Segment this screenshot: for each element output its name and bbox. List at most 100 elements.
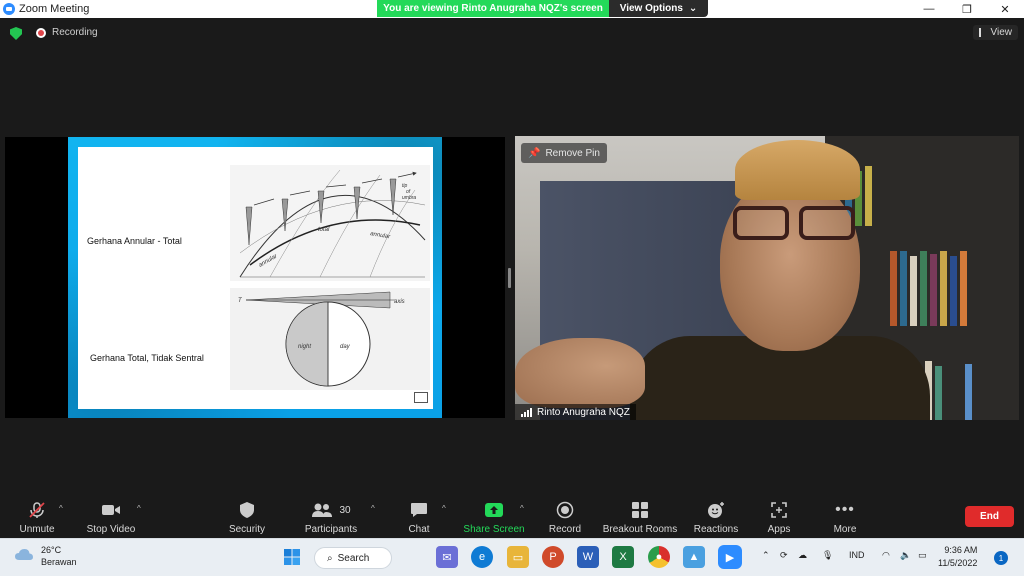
- edge-browser-icon[interactable]: e: [471, 546, 493, 568]
- fig1-annular-right-label: annular: [370, 231, 392, 241]
- signal-strength-icon: [521, 407, 532, 417]
- participants-options-caret[interactable]: ^: [371, 504, 375, 513]
- weather-condition: Berawan: [41, 557, 77, 567]
- taskbar-search-label: Search: [337, 552, 370, 564]
- close-button[interactable]: ✕: [986, 0, 1024, 18]
- reactions-button[interactable]: Reactions: [690, 492, 742, 538]
- stop-video-button[interactable]: Stop Video: [82, 492, 140, 538]
- taskbar-search[interactable]: ⌕ Search: [314, 547, 392, 569]
- zoom-logo-icon: [3, 3, 15, 15]
- tray-chevron-up-icon[interactable]: ⌃: [762, 550, 770, 561]
- chat-options-caret[interactable]: ^: [442, 504, 446, 513]
- more-button[interactable]: ••• More: [828, 492, 862, 538]
- stop-video-label: Stop Video: [86, 524, 136, 535]
- taskbar-clock[interactable]: 9:36 AM 11/5/2022: [938, 544, 977, 570]
- tray-volume-icon[interactable]: 🔈: [900, 550, 911, 561]
- tray-onedrive-icon[interactable]: ☁: [798, 550, 807, 561]
- excel-icon[interactable]: X: [612, 546, 634, 568]
- participants-icon: 30: [311, 501, 351, 519]
- window-title-bar: Zoom Meeting You are viewing Rinto Anugr…: [0, 0, 1024, 18]
- muted-microphone-icon: [28, 501, 46, 519]
- notification-badge[interactable]: 1: [994, 551, 1008, 565]
- remove-pin-label: Remove Pin: [545, 147, 600, 159]
- cloud-icon: [14, 547, 34, 566]
- view-button[interactable]: View: [972, 25, 1018, 40]
- input-language[interactable]: IND: [849, 550, 865, 560]
- share-screen-button[interactable]: Share Screen: [462, 492, 526, 538]
- chrome-icon[interactable]: ●: [648, 546, 670, 568]
- unmute-button[interactable]: Unmute: [14, 492, 60, 538]
- participant-name-tag: Rinto Anugraha NQZ: [515, 404, 636, 420]
- chat-bubble-icon: [410, 501, 428, 519]
- view-options-label: View Options: [619, 3, 683, 14]
- record-label: Record: [548, 524, 582, 535]
- share-options-caret[interactable]: ^: [520, 504, 524, 513]
- shield-icon: [239, 501, 255, 519]
- recording-indicator[interactable]: Recording: [36, 27, 98, 38]
- video-options-caret[interactable]: ^: [137, 504, 141, 513]
- participants-count: 30: [339, 504, 351, 516]
- minimize-button[interactable]: —: [910, 0, 948, 18]
- share-screen-label: Share Screen: [463, 524, 525, 535]
- viewing-screen-banner: You are viewing Rinto Anugraha NQZ's scr…: [377, 0, 609, 17]
- chat-button[interactable]: Chat: [402, 492, 436, 538]
- slide-label-annular-total: Gerhana Annular - Total: [87, 236, 182, 246]
- breakout-rooms-button[interactable]: Breakout Rooms: [600, 492, 680, 538]
- fig1-umbra-label: umbra: [402, 195, 416, 201]
- restore-button[interactable]: ❐: [948, 0, 986, 18]
- fig2-axis-label: axis: [394, 299, 405, 305]
- fig1-total-label: total: [318, 227, 330, 233]
- view-label: View: [990, 27, 1013, 38]
- person-glasses: [733, 206, 863, 240]
- slide-label-total-non-central: Gerhana Total, Tidak Sentral: [90, 353, 204, 363]
- search-icon: ⌕: [327, 552, 333, 564]
- participant-video[interactable]: 📌 Remove Pin Rinto Anugraha NQZ: [515, 136, 1019, 420]
- shared-screen[interactable]: Gerhana Annular - Total Gerhana Total, T…: [5, 137, 505, 418]
- meeting-status-row: Recording View: [0, 18, 1024, 48]
- chat-label: Chat: [408, 524, 430, 535]
- file-explorer-icon[interactable]: ▭: [507, 546, 529, 568]
- person-cap: [735, 140, 860, 200]
- participants-button[interactable]: 30 Participants: [302, 492, 360, 538]
- end-meeting-button[interactable]: End: [965, 506, 1014, 527]
- record-button[interactable]: Record: [545, 492, 585, 538]
- tray-microphone-icon[interactable]: 🎙: [822, 550, 833, 561]
- zoom-taskbar-icon[interactable]: ▶: [718, 545, 742, 569]
- fig2-t-label: T: [238, 298, 243, 304]
- breakout-rooms-label: Breakout Rooms: [602, 524, 678, 535]
- powerpoint-icon[interactable]: P: [542, 546, 564, 568]
- eclipse-path-figure: tip of umbra total annular annular: [230, 165, 430, 281]
- fig2-night-label: night: [298, 344, 311, 350]
- person-hand: [515, 338, 645, 408]
- windows-taskbar: 26°C Berawan ⌕ Search ✉ e ▭ P W X ● ▲ ▶ …: [0, 538, 1024, 576]
- view-options-button[interactable]: View Options ⌄: [609, 0, 708, 17]
- tray-wifi-icon[interactable]: ◠: [882, 550, 890, 561]
- split-view-divider-handle[interactable]: [508, 268, 511, 288]
- temperature: 26°C: [41, 545, 62, 555]
- apps-button[interactable]: Apps: [762, 492, 796, 538]
- security-button[interactable]: Security: [222, 492, 272, 538]
- smiley-plus-icon: [706, 501, 726, 519]
- fig2-day-label: day: [340, 344, 351, 350]
- record-dot-icon: [36, 27, 46, 38]
- word-icon[interactable]: W: [577, 546, 599, 568]
- slide-corner-box: [414, 392, 428, 403]
- record-icon: [556, 501, 574, 519]
- tray-battery-icon[interactable]: ▭: [918, 550, 927, 561]
- video-camera-icon: [101, 501, 121, 519]
- remove-pin-button[interactable]: 📌 Remove Pin: [521, 143, 607, 163]
- share-screen-icon: [484, 501, 504, 519]
- more-label: More: [833, 524, 857, 535]
- security-shield-icon[interactable]: [10, 27, 22, 40]
- audio-options-caret[interactable]: ^: [59, 504, 63, 513]
- chevron-down-icon: ⌄: [688, 3, 698, 14]
- window-title: Zoom Meeting: [19, 3, 90, 15]
- weather-widget[interactable]: 26°C Berawan: [14, 544, 77, 568]
- breakout-rooms-icon: [631, 501, 649, 519]
- more-dots-icon: •••: [835, 501, 855, 518]
- windows-start-icon[interactable]: [281, 546, 303, 568]
- teams-chat-icon[interactable]: ✉: [436, 546, 458, 568]
- photos-icon[interactable]: ▲: [683, 546, 705, 568]
- tray-sync-icon[interactable]: ⟳: [780, 550, 788, 561]
- clock-time: 9:36 AM: [944, 545, 978, 555]
